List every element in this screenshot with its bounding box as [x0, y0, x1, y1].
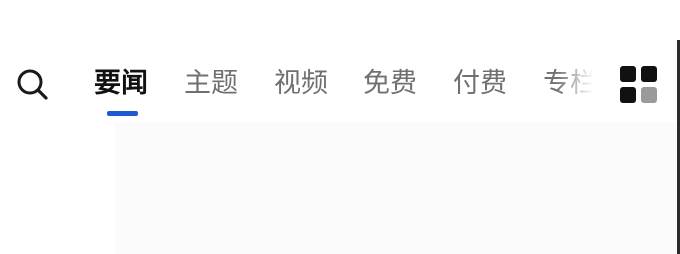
active-tab-indicator — [107, 111, 138, 116]
tab-topics[interactable]: 主题 — [184, 64, 238, 108]
tab-video[interactable]: 视频 — [274, 64, 328, 108]
search-button[interactable] — [14, 66, 50, 102]
tab-news[interactable]: 要闻 — [94, 64, 148, 108]
channel-menu-button[interactable] — [620, 66, 658, 104]
tab-paid[interactable]: 付费 — [453, 64, 507, 108]
tab-fade-overlay — [556, 64, 600, 108]
content-area — [115, 122, 677, 254]
tab-free[interactable]: 免费 — [363, 64, 417, 108]
tab-bar: 要闻 主题 视频 免费 付费 专栏 — [94, 64, 600, 108]
search-icon — [17, 69, 48, 100]
